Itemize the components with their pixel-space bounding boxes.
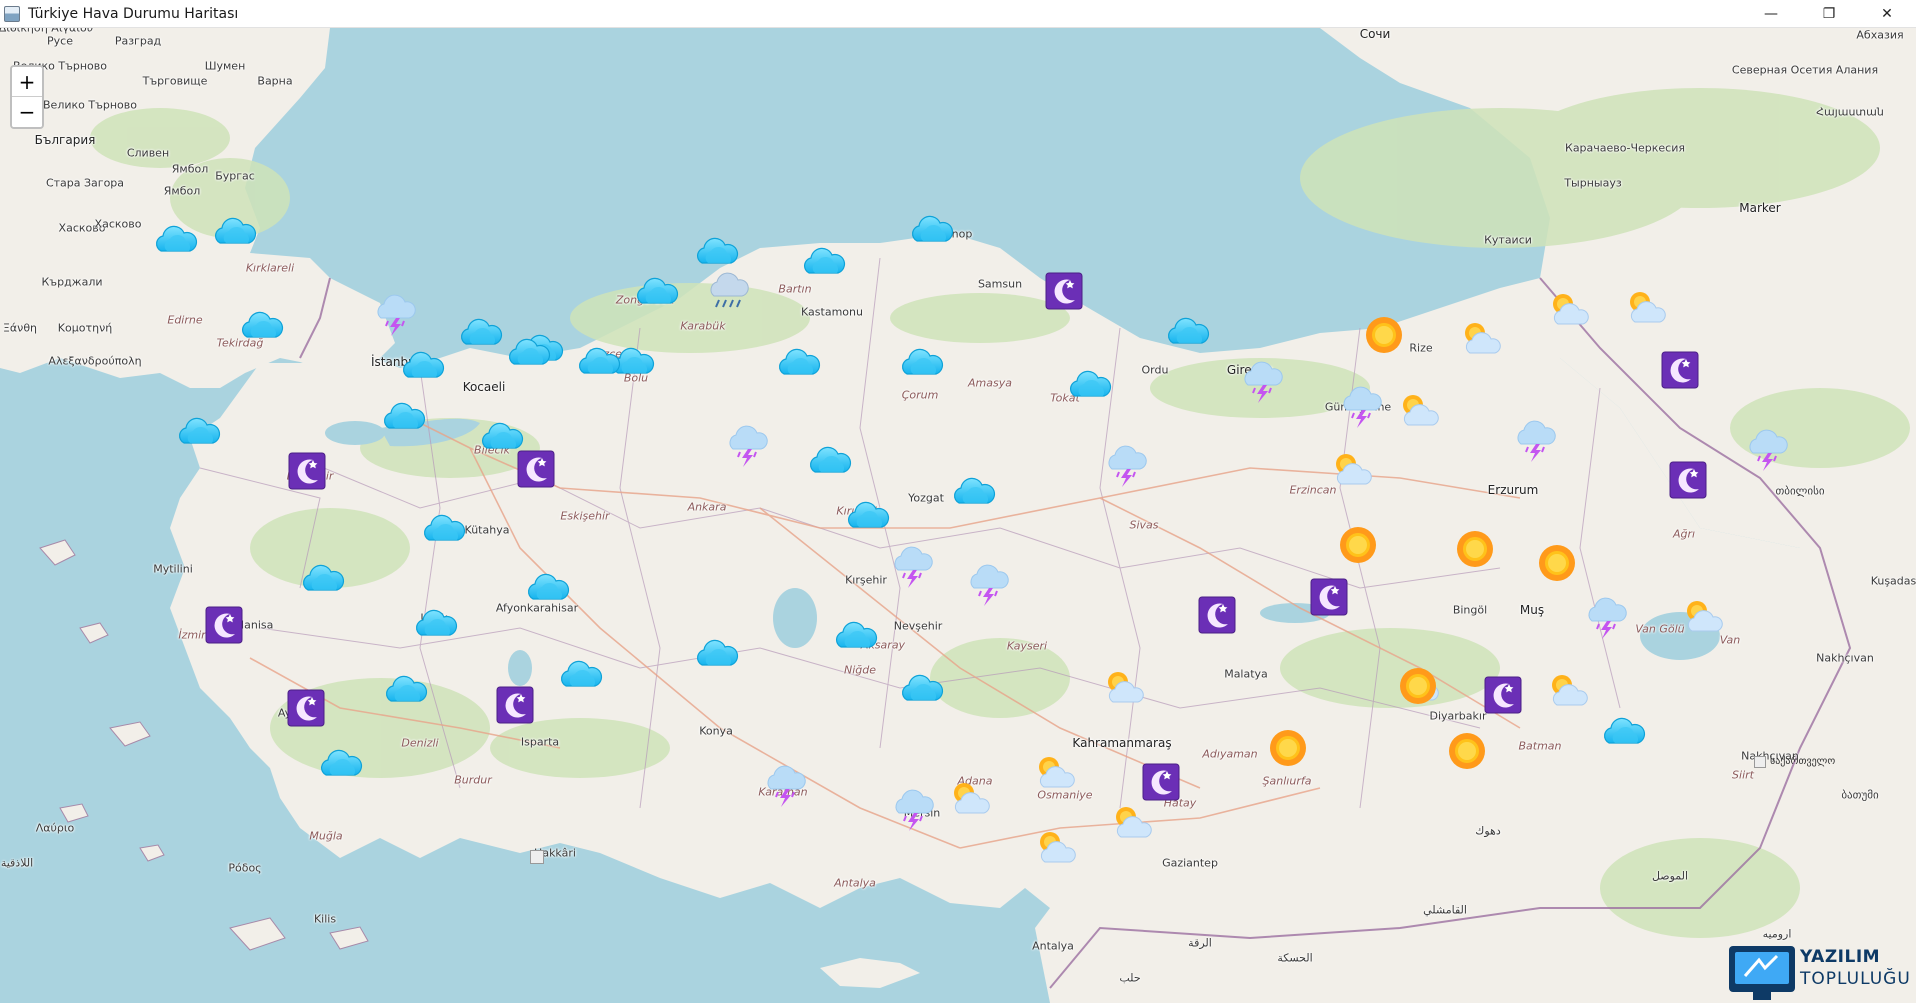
weather-marker-cloudy-icon[interactable] <box>556 652 604 700</box>
weather-marker-cloudy-icon[interactable] <box>949 469 997 517</box>
weather-marker-night-icon[interactable] <box>1664 456 1712 504</box>
broken-image-icon <box>1754 756 1766 768</box>
weather-marker-cloudy-icon[interactable] <box>632 269 680 317</box>
weather-marker-partly-icon[interactable] <box>1543 667 1591 715</box>
zoom-out-button[interactable]: − <box>12 97 42 127</box>
maximize-button[interactable]: ❐ <box>1800 0 1858 28</box>
weather-marker-cloudy-icon[interactable] <box>210 209 258 257</box>
weather-marker-rain-icon[interactable] <box>1511 416 1559 464</box>
title-bar[interactable]: Türkiye Hava Durumu Haritası — ❐ ✕ <box>0 0 1916 28</box>
weather-marker-rain-icon[interactable] <box>889 785 937 833</box>
zoom-control: + − <box>10 65 44 129</box>
weather-marker-cloudy-icon[interactable] <box>897 340 945 388</box>
close-button[interactable]: ✕ <box>1858 0 1916 28</box>
weather-marker-cloudy-icon[interactable] <box>897 666 945 714</box>
weather-marker-rain-icon[interactable] <box>723 421 771 469</box>
weather-marker-rain-icon[interactable] <box>1743 425 1791 473</box>
weather-marker-partly-icon[interactable] <box>1327 446 1375 494</box>
logo-text-line1: YAZILIM <box>1800 947 1881 967</box>
weather-marker-night-icon[interactable] <box>1656 346 1704 394</box>
weather-marker-partly-icon[interactable] <box>1456 315 1504 363</box>
weather-marker-cloudy-icon[interactable] <box>692 631 740 679</box>
weather-marker-partly-icon[interactable] <box>1031 824 1079 872</box>
zoom-in-button[interactable]: + <box>12 67 42 97</box>
weather-marker-cloudy-icon[interactable] <box>1599 709 1647 757</box>
broken-image-icon <box>530 850 544 864</box>
weather-marker-cloudy-icon[interactable] <box>316 741 364 789</box>
weather-marker-sunny-icon[interactable] <box>1334 521 1382 569</box>
weather-marker-cloudy-icon[interactable] <box>419 506 467 554</box>
weather-map[interactable]: СочиMagureleРусеРазградВелико ТърновоТър… <box>0 28 1916 1003</box>
weather-marker-cloudy-icon[interactable] <box>799 239 847 287</box>
weather-marker-partly-icon[interactable] <box>945 775 993 823</box>
weather-marker-cloudy-icon[interactable] <box>381 667 429 715</box>
weather-marker-cloudy-icon[interactable] <box>805 438 853 486</box>
weather-marker-night-icon[interactable] <box>1305 573 1353 621</box>
weather-marker-night-icon[interactable] <box>1479 671 1527 719</box>
weather-marker-partly-icon[interactable] <box>1107 799 1155 847</box>
weather-marker-night-icon[interactable] <box>283 447 331 495</box>
weather-marker-partly-icon[interactable] <box>1544 286 1592 334</box>
app-icon <box>4 5 20 22</box>
weather-marker-rain-icon[interactable] <box>1238 357 1286 405</box>
weather-marker-cloudy-icon[interactable] <box>831 613 879 661</box>
weather-marker-night-icon[interactable] <box>1040 267 1088 315</box>
weather-marker-cloudy-icon[interactable] <box>174 409 222 457</box>
minimize-button[interactable]: — <box>1742 0 1800 28</box>
weather-marker-rain-icon[interactable] <box>1337 382 1385 430</box>
weather-marker-partly-icon[interactable] <box>1394 387 1442 435</box>
weather-marker-cloudy-icon[interactable] <box>523 565 571 613</box>
weather-marker-partly-icon[interactable] <box>1678 593 1726 641</box>
weather-marker-cloudy-icon[interactable] <box>504 330 552 378</box>
weather-marker-sunny-icon[interactable] <box>1264 724 1312 772</box>
weather-marker-cloudy-icon[interactable] <box>456 310 504 358</box>
weather-marker-night-icon[interactable] <box>1193 591 1241 639</box>
weather-marker-night-icon[interactable] <box>200 601 248 649</box>
weather-marker-cloudy-icon[interactable] <box>843 493 891 541</box>
weather-marker-sunny-icon[interactable] <box>1394 662 1442 710</box>
weather-marker-sunny-icon[interactable] <box>1533 539 1581 587</box>
weather-marker-night-icon[interactable] <box>282 684 330 732</box>
weather-marker-sunny-icon[interactable] <box>1360 311 1408 359</box>
weather-marker-sunny-icon[interactable] <box>1451 525 1499 573</box>
weather-marker-rain-icon[interactable] <box>1582 593 1630 641</box>
weather-marker-cloudy-icon[interactable] <box>398 343 446 391</box>
weather-marker-rain-icon[interactable] <box>964 560 1012 608</box>
weather-marker-cloudy-icon[interactable] <box>298 556 346 604</box>
weather-marker-partly-icon[interactable] <box>1030 749 1078 797</box>
weather-marker-cloudy-icon[interactable] <box>774 340 822 388</box>
weather-marker-sunny-icon[interactable] <box>1443 727 1491 775</box>
weather-marker-partly-icon[interactable] <box>1099 664 1147 712</box>
weather-marker-cloudy-icon[interactable] <box>151 217 199 265</box>
land-cyprus <box>820 958 920 988</box>
weather-marker-rain-icon[interactable] <box>761 761 809 809</box>
app-window: Türkiye Hava Durumu Haritası — ❐ ✕ Сочи … <box>0 0 1916 1003</box>
weather-marker-cloudy-icon[interactable] <box>1163 309 1211 357</box>
weather-marker-rain-icon[interactable] <box>1102 441 1150 489</box>
weather-marker-night-icon[interactable] <box>512 445 560 493</box>
marker-alt-text: საქართველო <box>1770 756 1836 767</box>
weather-marker-cloudy-icon[interactable] <box>1065 362 1113 410</box>
weather-marker-cloudy-icon[interactable] <box>379 394 427 442</box>
weather-marker-night-icon[interactable] <box>491 681 539 729</box>
weather-marker-cloudy-icon[interactable] <box>411 601 459 649</box>
window-title: Türkiye Hava Durumu Haritası <box>28 5 239 22</box>
weather-marker-rain-icon[interactable] <box>888 542 936 590</box>
weather-marker-cloudy-icon[interactable] <box>907 207 955 255</box>
weather-marker-drizzle-icon[interactable] <box>704 270 752 318</box>
weather-marker-partly-icon[interactable] <box>1621 284 1669 332</box>
logo-text-line2: TOPLULUĞU <box>1800 969 1911 989</box>
weather-marker-cloudy-icon[interactable] <box>237 303 285 351</box>
weather-marker-rain-icon[interactable] <box>371 290 419 338</box>
weather-marker-cloudy-icon[interactable] <box>574 339 622 387</box>
